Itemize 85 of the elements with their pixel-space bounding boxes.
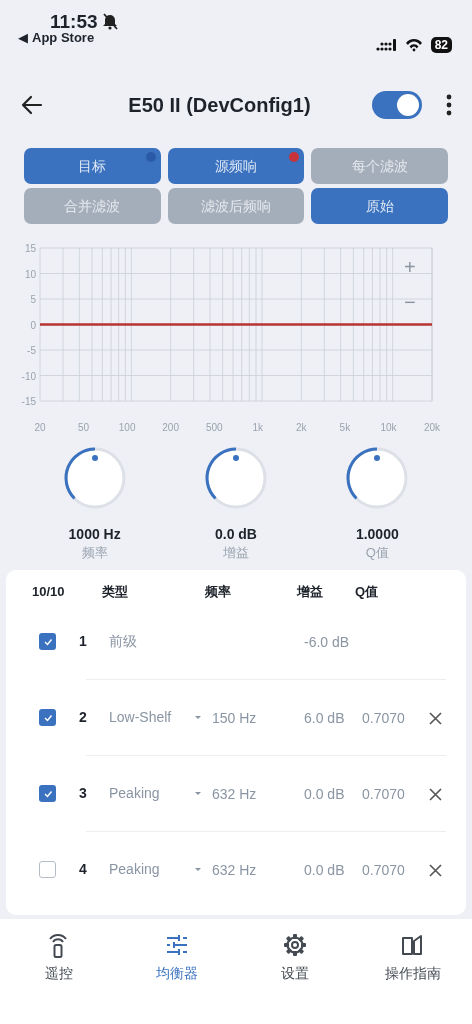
view-toggle-button[interactable]: 滤波后频响 bbox=[167, 188, 305, 224]
axis-label: 1k bbox=[252, 422, 264, 433]
axis-label: 10k bbox=[380, 422, 397, 433]
filter-type-dropdown[interactable]: Peaking bbox=[109, 859, 201, 881]
nav-tab[interactable]: 设置 bbox=[255, 933, 335, 985]
column-header: 类型 bbox=[102, 584, 128, 600]
rotary-knob[interactable] bbox=[345, 446, 410, 510]
knob-value: 1000 Hz bbox=[68, 526, 121, 543]
filter-gain[interactable]: 0.0 dB bbox=[304, 785, 345, 802]
axis-label: 0 bbox=[30, 319, 36, 331]
filter-frequency[interactable]: 150 Hz bbox=[212, 709, 257, 726]
filter-q[interactable]: 0.7070 bbox=[362, 785, 405, 802]
axis-label: 5k bbox=[339, 422, 351, 433]
knob-label: 增益 bbox=[223, 543, 249, 562]
filter-q[interactable]: 0.7070 bbox=[362, 709, 405, 726]
nav-tab[interactable]: 操作指南 bbox=[373, 933, 453, 985]
axis-label: -5 bbox=[27, 345, 36, 356]
column-header: 频率 bbox=[205, 584, 231, 600]
knob-label: Q值 bbox=[365, 543, 389, 562]
filter-gain[interactable]: 0.0 dB bbox=[304, 861, 345, 878]
zoom-out-button[interactable]: − bbox=[400, 292, 420, 312]
axis-label: 10 bbox=[24, 268, 36, 280]
power-toggle[interactable] bbox=[372, 91, 422, 119]
rotary-knob[interactable] bbox=[62, 446, 127, 510]
caret-icon bbox=[195, 716, 201, 720]
filter-gain[interactable]: 6.0 dB bbox=[304, 709, 345, 726]
filter-type-dropdown[interactable]: Low-Shelf bbox=[109, 707, 201, 729]
signal-icon bbox=[375, 39, 397, 51]
view-toggle-button[interactable]: 源频响 bbox=[167, 148, 305, 184]
axis-label: 2k bbox=[296, 422, 307, 433]
filter-type: 前级 bbox=[109, 632, 137, 652]
filter-q[interactable]: 0.7070 bbox=[362, 861, 405, 878]
filter-type-dropdown[interactable]: Peaking bbox=[109, 783, 201, 805]
nav-tab[interactable]: 均衡器 bbox=[137, 933, 217, 985]
wifi-icon bbox=[404, 38, 423, 52]
axis-label: 100 bbox=[118, 422, 136, 433]
column-header: Q值 bbox=[355, 584, 379, 600]
axis-label: -10 bbox=[21, 370, 36, 382]
knob-value: 0.0 dB bbox=[214, 526, 257, 543]
more-menu-icon[interactable] bbox=[446, 94, 452, 116]
filter-count: 10/10 bbox=[32, 584, 65, 600]
axis-label: -15 bbox=[21, 396, 36, 407]
column-header: 增益 bbox=[297, 584, 323, 600]
filter-checkbox[interactable] bbox=[39, 709, 56, 727]
caret-icon bbox=[195, 868, 201, 872]
filter-number: 3 bbox=[79, 785, 87, 802]
view-toggle-button[interactable]: 每个滤波 bbox=[311, 148, 448, 184]
axis-label: 500 bbox=[205, 422, 223, 433]
axis-label: 20k bbox=[423, 422, 441, 433]
view-toggle-button[interactable]: 原始 bbox=[311, 188, 448, 224]
check-icon bbox=[42, 636, 53, 647]
axis-label: 20 bbox=[34, 422, 46, 433]
caret-icon bbox=[195, 792, 201, 796]
axis-label: 5 bbox=[30, 294, 36, 305]
battery-level: 82 bbox=[430, 36, 452, 54]
view-toggle-button[interactable]: 合并滤波 bbox=[24, 188, 161, 224]
close-icon[interactable] bbox=[429, 788, 442, 802]
knob-value: 1.0000 bbox=[355, 526, 399, 543]
zoom-in-button[interactable]: + bbox=[400, 257, 420, 277]
filter-frequency[interactable]: 632 Hz bbox=[212, 785, 257, 802]
axis-label: 15 bbox=[24, 243, 36, 254]
bell-muted-icon bbox=[101, 13, 119, 30]
filter-number: 4 bbox=[79, 861, 87, 878]
rotary-knob[interactable] bbox=[204, 446, 268, 510]
filter-number: 1 bbox=[79, 633, 87, 650]
axis-label: 200 bbox=[162, 422, 179, 433]
filter-number: 2 bbox=[79, 709, 87, 726]
close-icon[interactable] bbox=[429, 712, 442, 726]
filter-checkbox[interactable] bbox=[39, 785, 56, 803]
nav-tab[interactable]: 遥控 bbox=[19, 933, 99, 985]
back-app-link[interactable]: App Store bbox=[32, 31, 95, 46]
check-icon bbox=[42, 712, 53, 723]
close-icon[interactable] bbox=[429, 864, 442, 878]
filter-frequency[interactable]: 632 Hz bbox=[212, 861, 257, 878]
knob-label: 频率 bbox=[81, 543, 108, 562]
axis-label: 50 bbox=[78, 422, 90, 433]
view-toggle-button[interactable]: 目标 bbox=[24, 148, 161, 184]
back-icon[interactable] bbox=[20, 94, 43, 116]
filter-checkbox[interactable] bbox=[39, 861, 56, 879]
check-icon bbox=[42, 788, 53, 799]
filter-checkbox[interactable] bbox=[39, 633, 56, 651]
filter-gain[interactable]: -6.0 dB bbox=[304, 633, 350, 650]
clock-time: 11:53 bbox=[50, 12, 98, 31]
back-arrow[interactable]: ◀ bbox=[18, 31, 28, 46]
page-title: E50 II (DevConfig1) bbox=[128, 94, 311, 116]
